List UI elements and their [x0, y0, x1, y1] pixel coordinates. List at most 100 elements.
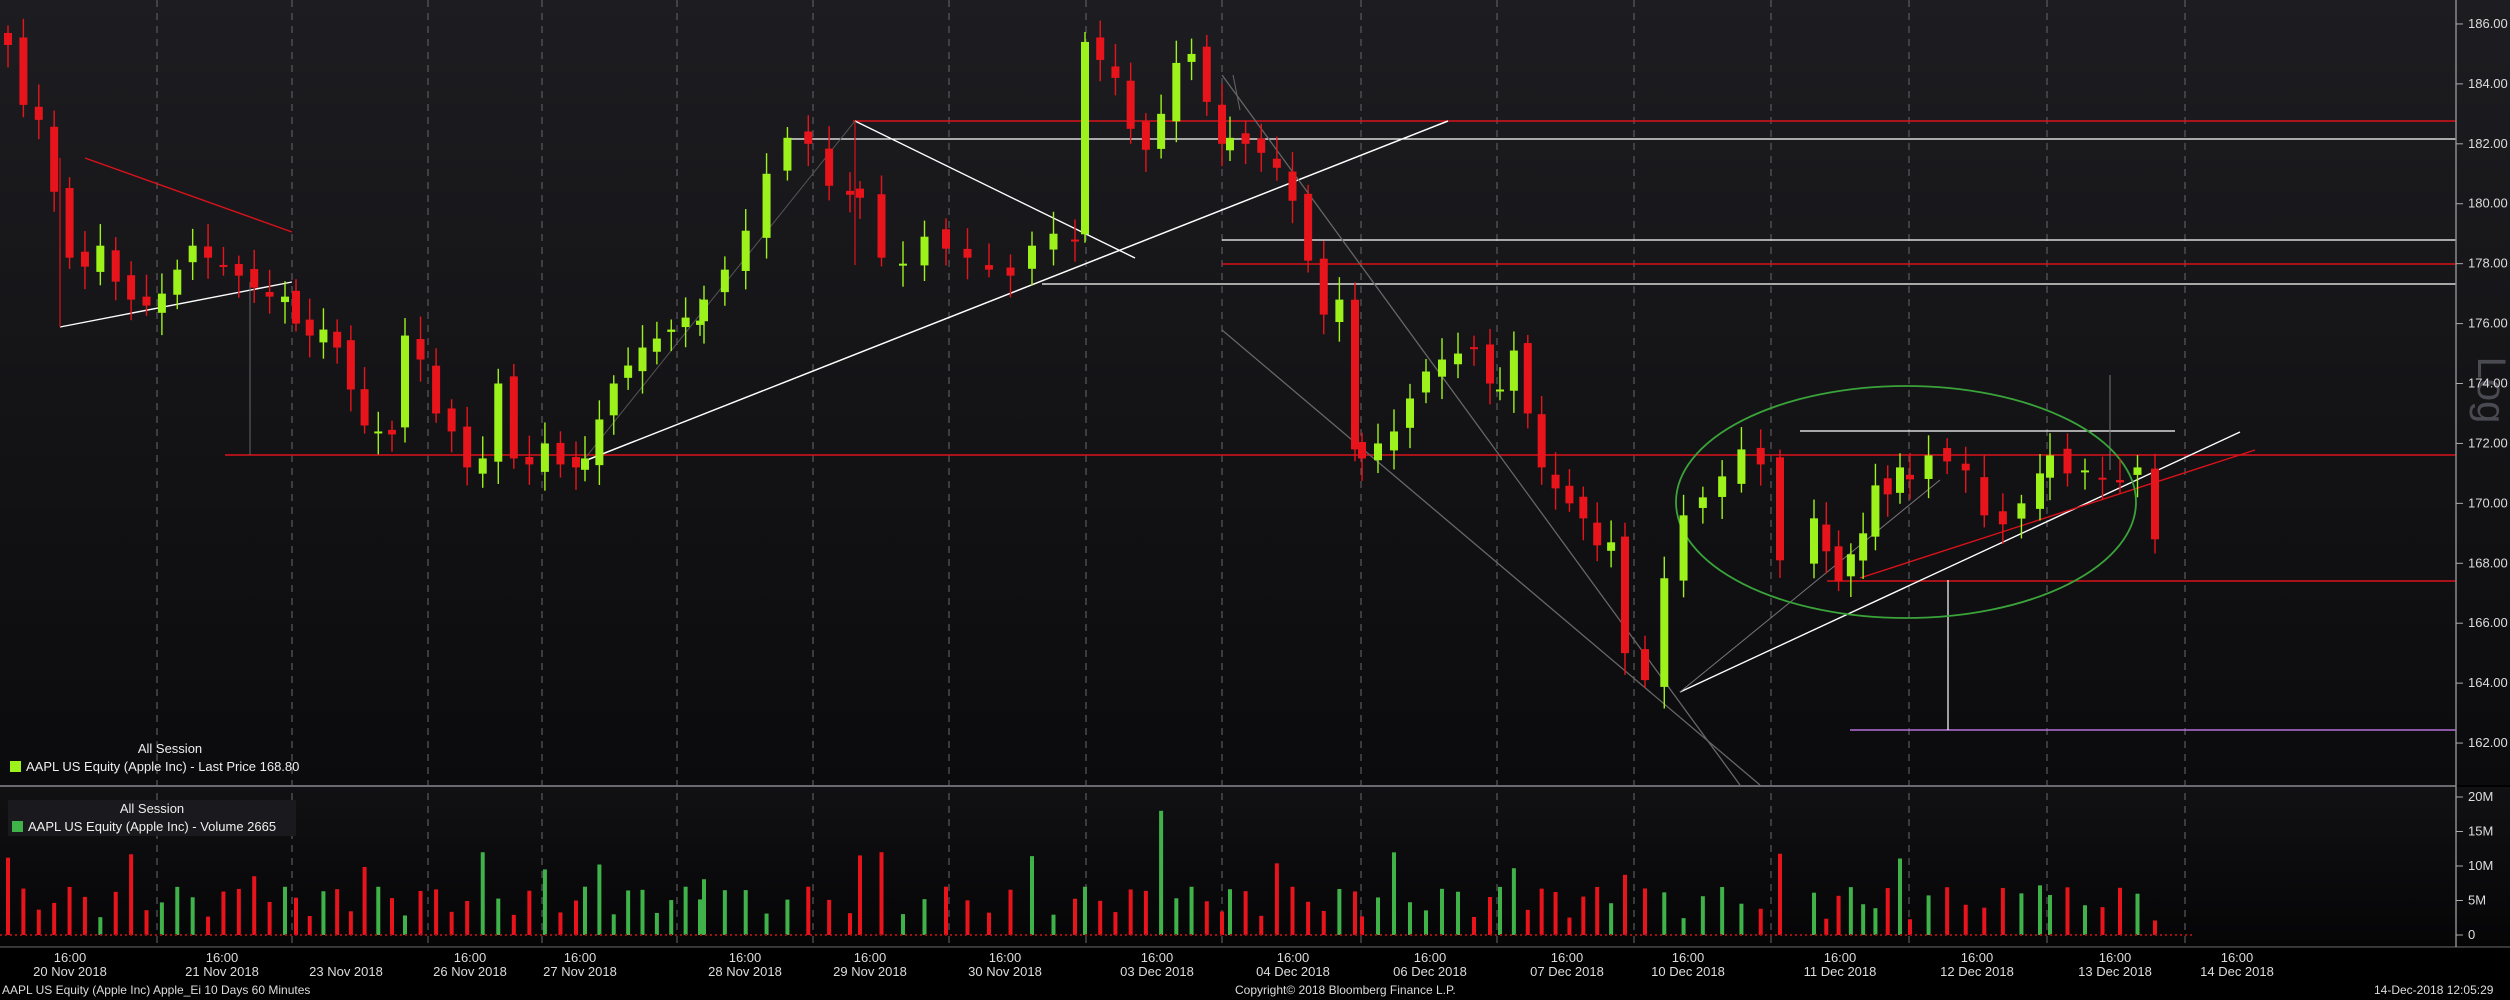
candle-body — [173, 269, 182, 295]
volume-bar — [1681, 918, 1686, 935]
volume-bar — [1083, 886, 1087, 935]
volume-bar — [1511, 868, 1516, 935]
x-tick-time: 16:00 — [2220, 950, 2254, 965]
volume-bar — [1836, 895, 1841, 935]
volume-legend-swatch — [12, 821, 23, 832]
candles-layer — [4, 18, 2159, 709]
candle-body — [540, 443, 549, 472]
volume-bar — [307, 916, 312, 935]
volume-y-tick-label: 10M — [2468, 858, 2493, 873]
x-tick-time: 16:00 — [53, 950, 87, 965]
volume-legend-series: AAPL US Equity (Apple Inc) - Volume 2665 — [28, 819, 277, 834]
candle-body — [1980, 477, 1989, 516]
x-tick-date: 27 Nov 2018 — [543, 964, 617, 979]
x-tick-date: 12 Dec 2018 — [1940, 964, 2014, 979]
volume-bar — [987, 912, 991, 935]
candle-body — [1896, 467, 1904, 493]
candle-body — [1679, 515, 1688, 581]
candle-body — [1351, 299, 1359, 450]
candle-body — [696, 320, 704, 325]
volume-bar — [221, 891, 226, 935]
volume-bar — [1228, 889, 1232, 935]
volume-legend: All Session AAPL US Equity (Apple Inc) -… — [8, 800, 296, 836]
candle-body — [1006, 267, 1015, 276]
volume-bar — [1143, 890, 1148, 935]
volume-bar — [1525, 909, 1530, 935]
volume-bar — [574, 900, 578, 935]
price-legend: All Session AAPL US Equity (Apple Inc) -… — [10, 740, 330, 776]
candle-body — [1537, 414, 1546, 468]
volume-bar — [1553, 892, 1558, 935]
volume-bar — [362, 866, 367, 935]
price-legend-series: AAPL US Equity (Apple Inc) - Last Price … — [26, 759, 300, 774]
candle-body — [1218, 104, 1226, 144]
candle-body — [1486, 344, 1494, 384]
volume-bar — [1424, 910, 1428, 935]
candle-body — [1698, 497, 1707, 508]
volume-bar — [98, 917, 103, 935]
volume-bar — [669, 900, 674, 935]
volume-bar — [52, 902, 57, 935]
channel-lower — [1221, 329, 1761, 786]
volume-bar — [376, 886, 381, 935]
candle-body — [856, 188, 864, 198]
candle-body — [319, 329, 328, 343]
volume-bar — [267, 901, 272, 935]
volume-bar — [480, 852, 485, 935]
volume-bar — [1472, 916, 1476, 935]
volume-bar — [449, 911, 454, 935]
volume-bar — [1376, 897, 1380, 935]
candle-body — [388, 429, 396, 435]
volume-bar — [1008, 889, 1013, 935]
volume-bar — [1739, 903, 1744, 935]
candle-body — [1846, 554, 1855, 577]
volume-bar — [848, 913, 852, 935]
volume-bar — [1720, 887, 1725, 935]
volume-bar — [496, 898, 501, 935]
volume-bar — [206, 916, 211, 935]
candle-body — [1906, 474, 1914, 480]
candle-body — [111, 250, 120, 282]
wedge-line — [1859, 449, 2256, 579]
candle-body — [157, 293, 166, 313]
candle-body — [1335, 299, 1344, 323]
y-tick-label: 184.00 — [2468, 76, 2508, 91]
volume-bar — [1204, 901, 1209, 935]
candle-body — [963, 248, 972, 258]
candle-body — [595, 419, 604, 466]
candle-body — [1319, 258, 1328, 315]
candle-body — [1621, 536, 1629, 654]
volume-bar — [583, 886, 587, 935]
volume-bar — [1488, 897, 1492, 935]
footer-security: AAPL US Equity (Apple Inc) Apple_Ei 10 D… — [2, 983, 311, 997]
volume-bar — [827, 899, 832, 935]
x-tick-date: 03 Dec 2018 — [1120, 964, 1194, 979]
volume-bar — [722, 890, 727, 935]
volume-bar — [36, 909, 41, 935]
x-tick-time: 16:00 — [728, 950, 762, 965]
volume-bar — [113, 891, 118, 935]
y-tick-label: 176.00 — [2468, 316, 2508, 331]
volume-bar — [1259, 915, 1264, 935]
volume-bar — [806, 886, 811, 935]
volume-bar — [558, 912, 563, 935]
footer-copyright: Copyright© 2018 Bloomberg Finance L.P. — [1235, 983, 1456, 997]
volume-bar — [922, 899, 927, 935]
candle-body — [142, 296, 151, 306]
volume-bar — [611, 914, 616, 935]
candle-body — [1961, 463, 1970, 471]
candle-body — [1523, 343, 1532, 414]
candle-body — [2098, 477, 2107, 480]
candle-body — [34, 106, 43, 120]
candle-body — [1028, 245, 1036, 269]
volume-bar — [390, 898, 394, 935]
volume-bar — [348, 911, 353, 935]
volume-bar — [434, 889, 439, 935]
volume-bar — [1908, 919, 1912, 935]
x-tick-date: 29 Nov 2018 — [833, 964, 907, 979]
y-tick-label: 186.00 — [2468, 16, 2508, 31]
volume-bar — [1873, 908, 1878, 935]
candle-body — [1374, 443, 1382, 461]
candle-body — [204, 246, 213, 258]
volume-bar — [1778, 853, 1782, 935]
